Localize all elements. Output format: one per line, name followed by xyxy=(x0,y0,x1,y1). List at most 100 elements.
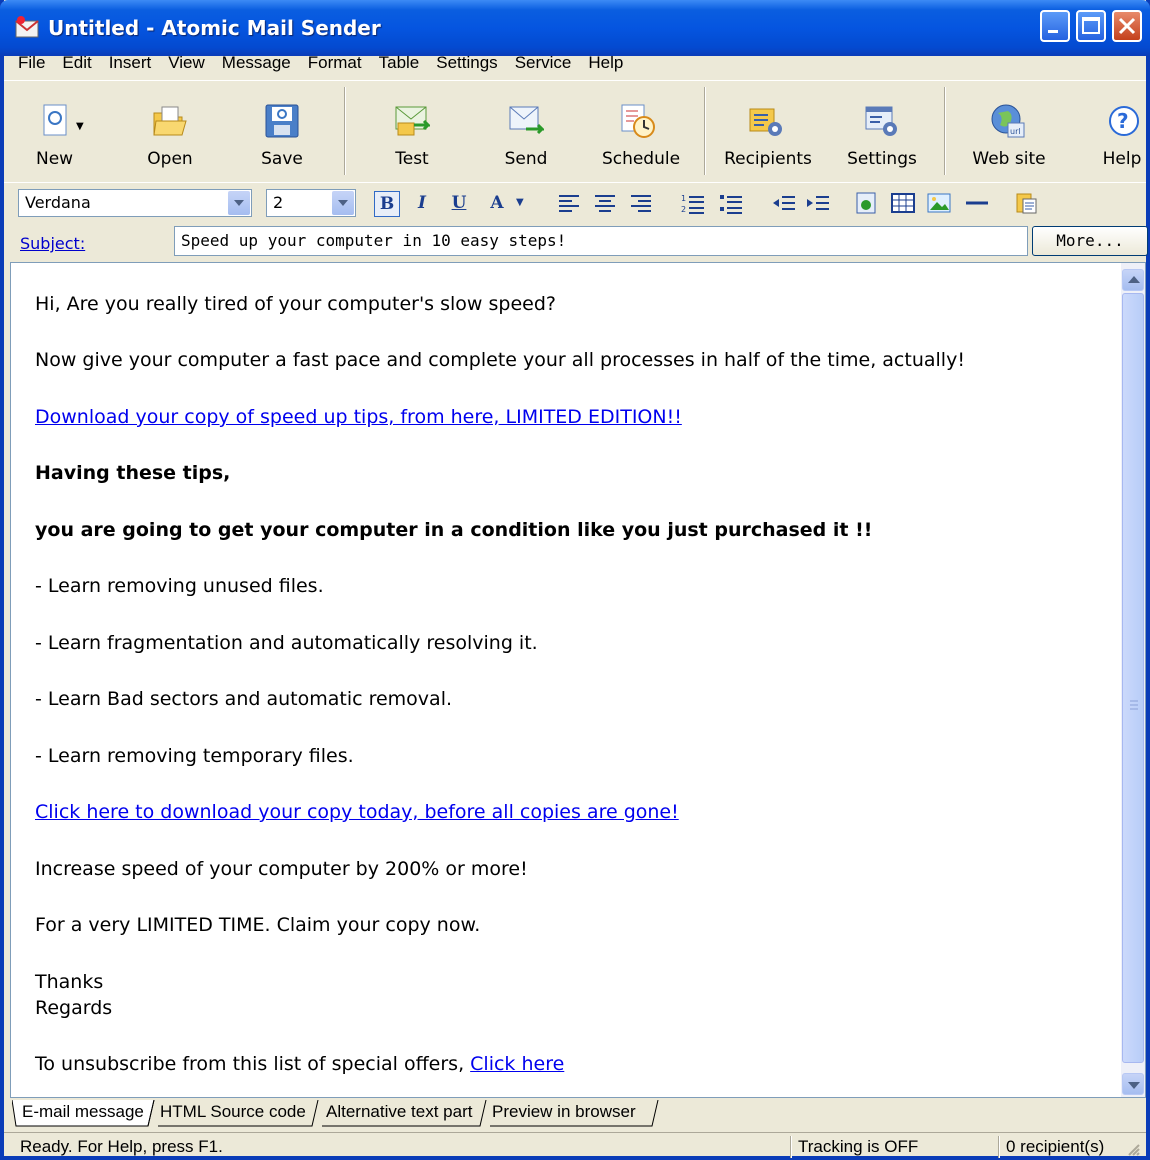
menu-message[interactable]: Message xyxy=(222,53,291,73)
scroll-down-icon[interactable] xyxy=(1122,1073,1144,1095)
subject-input[interactable]: Speed up your computer in 10 easy steps! xyxy=(174,226,1028,256)
insert-image-icon[interactable] xyxy=(854,191,880,215)
recipients-button[interactable]: Recipients xyxy=(716,81,820,181)
toolbar-separator xyxy=(944,87,946,175)
font-size-value: 2 xyxy=(273,193,284,212)
menu-edit[interactable]: Edit xyxy=(62,53,91,73)
more-button[interactable]: More... xyxy=(1032,226,1148,256)
font-family-value: Verdana xyxy=(25,193,91,212)
numbered-list-icon[interactable]: 12 xyxy=(680,191,706,215)
new-button[interactable]: ▼ New xyxy=(14,81,98,181)
font-color-dropdown-icon[interactable]: ▼ xyxy=(516,197,524,208)
body-line: Now give your computer a fast pace and c… xyxy=(35,349,965,371)
paste-icon[interactable] xyxy=(1014,191,1040,215)
window-title: Untitled - Atomic Mail Sender xyxy=(48,16,381,40)
schedule-button[interactable]: Schedule xyxy=(594,81,688,181)
list-item: - Learn removing temporary files. xyxy=(35,745,354,767)
scroll-up-icon[interactable] xyxy=(1122,269,1144,291)
unsubscribe-link[interactable]: Click here xyxy=(470,1053,564,1075)
website-label: Web site xyxy=(972,149,1046,169)
test-label: Test xyxy=(395,149,429,169)
status-ready-text: Ready. For Help, press F1. xyxy=(20,1137,223,1156)
tracking-status: Tracking is OFF xyxy=(798,1137,919,1156)
recipients-label: Recipients xyxy=(724,149,812,169)
bold-button[interactable]: B xyxy=(374,191,400,217)
test-mail-icon xyxy=(394,103,432,139)
menu-settings[interactable]: Settings xyxy=(436,53,497,73)
svg-text:2: 2 xyxy=(681,205,686,214)
send-button[interactable]: Send xyxy=(488,81,564,181)
indent-icon[interactable] xyxy=(804,191,830,215)
menu-insert[interactable]: Insert xyxy=(109,53,152,73)
message-editor[interactable]: Hi, Are you really tired of your compute… xyxy=(10,262,1146,1098)
insert-table-icon[interactable] xyxy=(890,191,916,215)
download-today-link[interactable]: Click here to download your copy today, … xyxy=(35,801,679,823)
settings-gear-icon xyxy=(864,103,900,139)
outdent-icon[interactable] xyxy=(770,191,796,215)
close-button[interactable] xyxy=(1112,10,1142,42)
toolbar-separator xyxy=(344,87,346,175)
download-link[interactable]: Download your copy of speed up tips, fro… xyxy=(35,406,682,428)
toolbar-separator xyxy=(704,87,706,175)
minimize-button[interactable] xyxy=(1040,10,1070,42)
tab-email-message[interactable]: E-mail message xyxy=(18,1100,148,1126)
scroll-thumb[interactable] xyxy=(1122,293,1144,1063)
body-heading: Having these tips, xyxy=(35,462,231,484)
chevron-down-icon[interactable] xyxy=(332,191,354,215)
list-item: - Learn fragmentation and automatically … xyxy=(35,632,538,654)
open-label: Open xyxy=(147,149,193,169)
menu-table[interactable]: Table xyxy=(379,53,420,73)
menu-help[interactable]: Help xyxy=(588,53,623,73)
font-size-select[interactable]: 2 xyxy=(266,189,356,217)
body-line: For a very LIMITED TIME. Claim your copy… xyxy=(35,914,481,936)
bullet-list-icon[interactable] xyxy=(718,191,744,215)
tab-html-source[interactable]: HTML Source code xyxy=(156,1100,310,1126)
align-right-icon[interactable] xyxy=(628,191,654,215)
vertical-scrollbar[interactable] xyxy=(1121,263,1145,1097)
svg-text:?: ? xyxy=(1117,109,1129,133)
tab-preview-browser[interactable]: Preview in browser xyxy=(488,1100,640,1126)
save-disk-icon xyxy=(264,103,300,139)
body-line: Hi, Are you really tired of your compute… xyxy=(35,293,556,315)
tab-alternative-text[interactable]: Alternative text part xyxy=(322,1100,476,1126)
insert-picture-icon[interactable] xyxy=(926,191,952,215)
main-toolbar: ▼ New Open Save Test Send Schedule Recip… xyxy=(4,80,1146,182)
settings-button[interactable]: Settings xyxy=(840,81,924,181)
open-button[interactable]: Open xyxy=(130,81,210,181)
subject-row: Subject: Speed up your computer in 10 ea… xyxy=(4,222,1148,260)
menu-file[interactable]: File xyxy=(18,53,45,73)
maximize-button[interactable] xyxy=(1076,10,1106,42)
menu-bar: File Edit Insert View Message Format Tab… xyxy=(4,48,1146,78)
font-family-select[interactable]: Verdana xyxy=(18,189,252,217)
align-left-icon[interactable] xyxy=(556,191,582,215)
horizontal-line-icon[interactable] xyxy=(964,191,990,215)
underline-button[interactable]: U xyxy=(446,191,472,217)
menu-service[interactable]: Service xyxy=(515,53,572,73)
svg-text:url: url xyxy=(1010,127,1021,136)
resize-grip-icon[interactable] xyxy=(1126,1141,1140,1160)
unsubscribe-text: To unsubscribe from this list of special… xyxy=(35,1053,471,1075)
settings-label: Settings xyxy=(847,149,917,169)
send-mail-icon xyxy=(508,103,546,139)
send-label: Send xyxy=(504,149,548,169)
help-button[interactable]: ? Help xyxy=(1094,81,1150,181)
align-center-icon[interactable] xyxy=(592,191,618,215)
recipients-icon xyxy=(748,103,784,139)
format-toolbar: Verdana 2 B I U A ▼ 12 xyxy=(4,182,1146,222)
italic-button[interactable]: I xyxy=(409,191,435,217)
test-button[interactable]: Test xyxy=(374,81,450,181)
menu-view[interactable]: View xyxy=(168,53,205,73)
chevron-down-icon[interactable] xyxy=(228,191,250,215)
save-button[interactable]: Save xyxy=(244,81,320,181)
help-label: Help xyxy=(1102,149,1142,169)
new-dropdown-icon[interactable]: ▼ xyxy=(76,121,84,132)
list-item: - Learn Bad sectors and automatic remova… xyxy=(35,688,453,710)
subject-label[interactable]: Subject: xyxy=(20,234,85,253)
help-question-icon: ? xyxy=(1106,103,1142,139)
font-color-button[interactable]: A xyxy=(484,191,510,217)
menu-format[interactable]: Format xyxy=(308,53,362,73)
globe-icon: url xyxy=(990,103,1026,139)
app-logo-icon xyxy=(14,15,40,41)
website-button[interactable]: url Web site xyxy=(962,81,1056,181)
body-heading: you are going to get your computer in a … xyxy=(35,519,873,541)
